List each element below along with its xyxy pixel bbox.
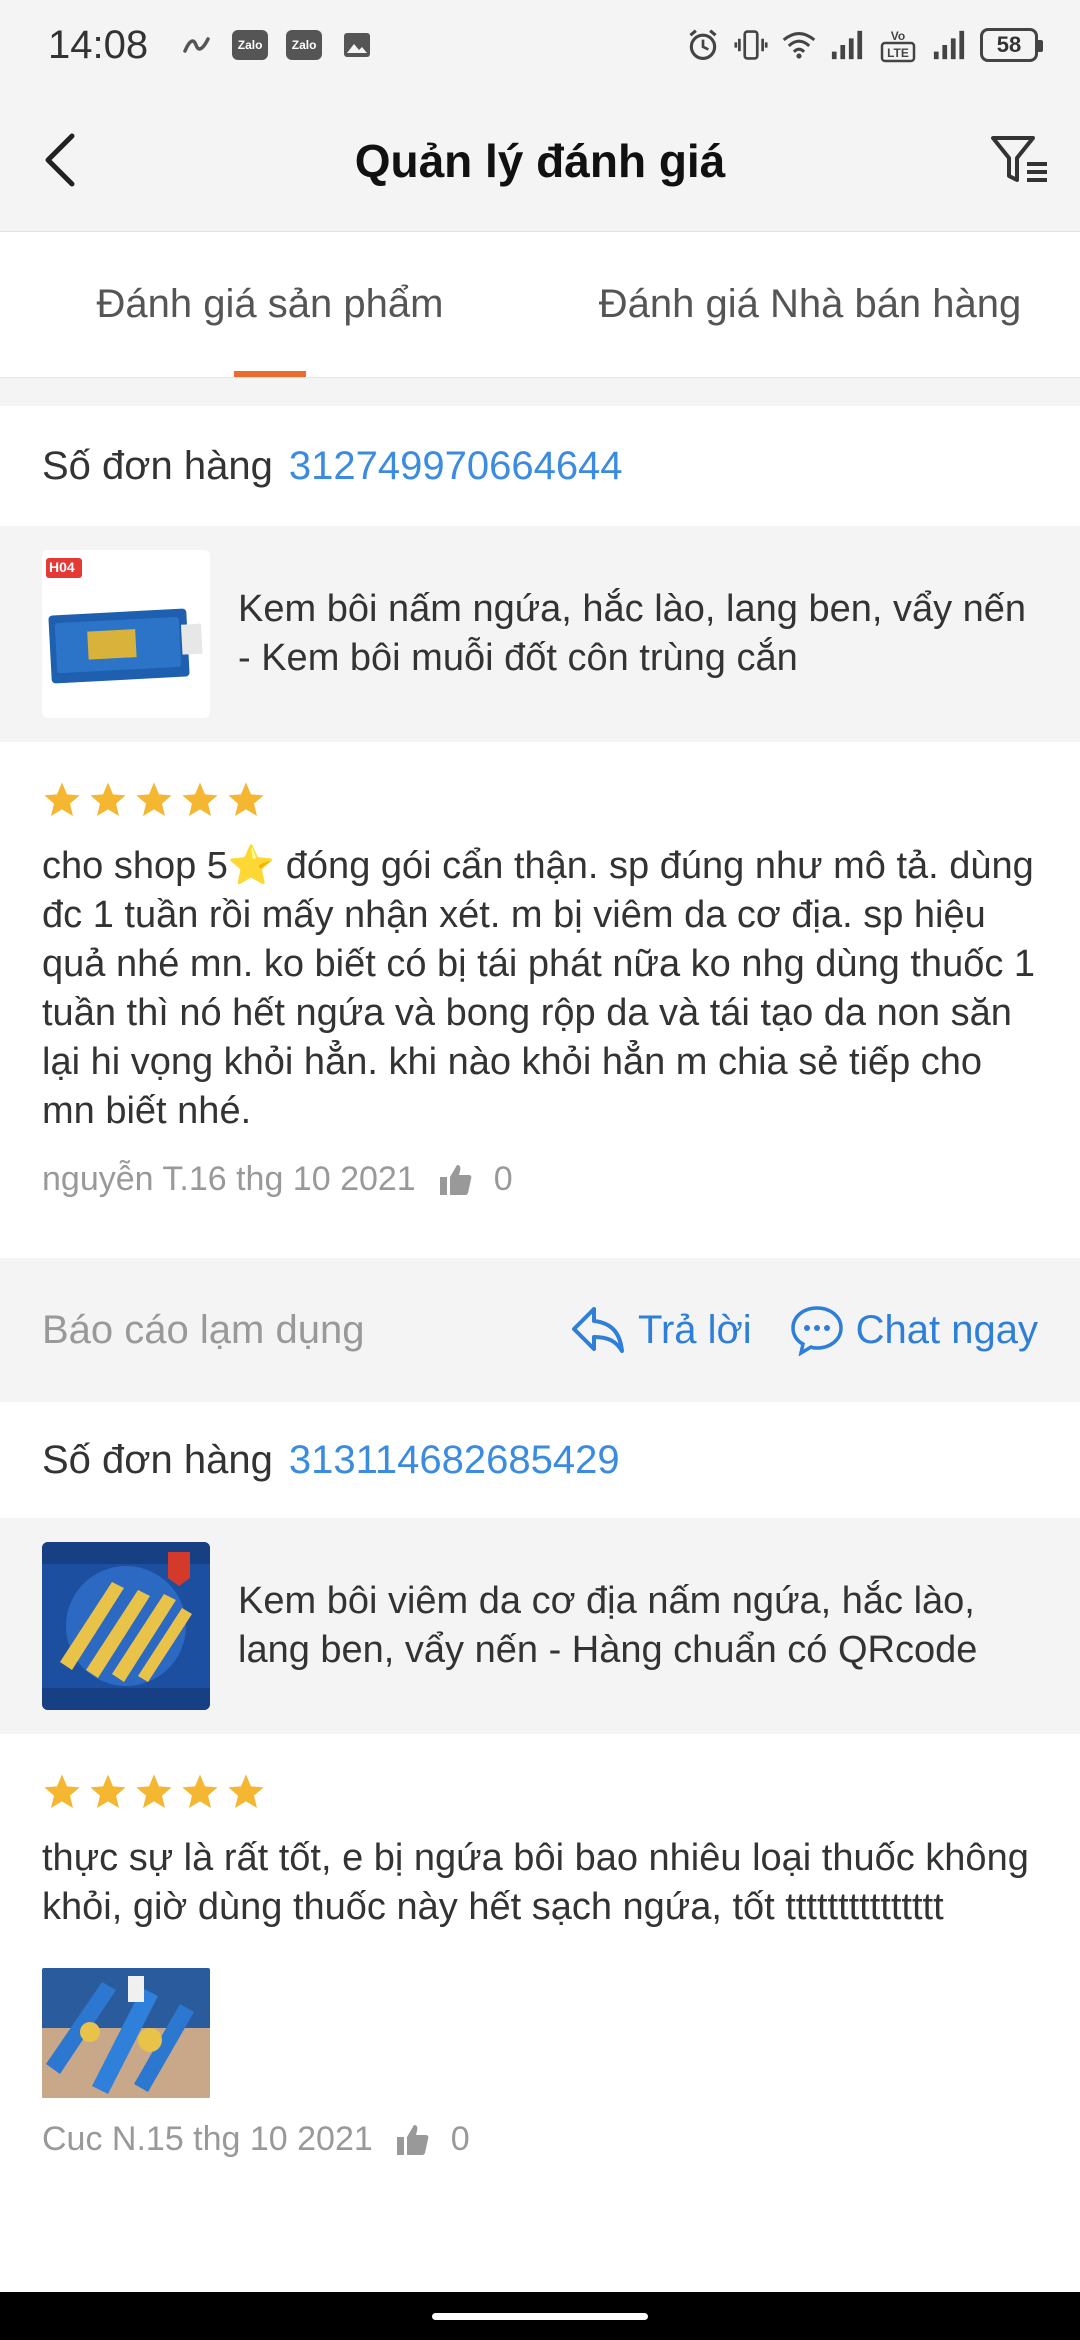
like-button[interactable]: 0: [438, 1160, 513, 1199]
signal-icon: [932, 28, 966, 62]
chat-bubble-icon: [790, 1306, 843, 1356]
review-card: Số đơn hàng 313114682685429 Kem bôi viêm…: [0, 1402, 1080, 2292]
battery-indicator: 58: [980, 28, 1043, 62]
chat-label: Chat ngay: [855, 1307, 1038, 1352]
tab-seller-reviews[interactable]: Đánh giá Nhà bán hàng: [540, 232, 1080, 377]
status-bar: 14:08 Zalo Zalo LTE Vo 58: [0, 0, 1080, 90]
order-number[interactable]: 313114682685429: [289, 1438, 620, 1483]
filter-icon: [991, 136, 1047, 182]
order-row: Số đơn hàng 313114682685429: [0, 1402, 1080, 1518]
star-icon: [44, 1774, 80, 1808]
zalo-icon: Zalo: [286, 30, 323, 60]
order-row: Số đơn hàng 312749970664644: [0, 406, 1080, 526]
star-icon: [136, 1774, 172, 1808]
home-gesture-handle[interactable]: [432, 2312, 648, 2320]
review-card: Số đơn hàng 312749970664644 H04 Kem bôi …: [0, 406, 1080, 1254]
like-count: 0: [450, 2120, 470, 2158]
author-date: nguyễn T.16 thg 10 2021: [42, 1160, 416, 1198]
signal-icon: [830, 28, 864, 62]
star-rating: [0, 780, 1080, 820]
author-date: Cuc N.15 thg 10 2021: [42, 2120, 373, 2158]
thumbs-up-icon: [439, 1164, 472, 1195]
wifi-icon: [782, 28, 816, 62]
order-number[interactable]: 312749970664644: [289, 444, 623, 489]
vibrate-icon: [734, 28, 768, 62]
tab-product-reviews[interactable]: Đánh giá sản phẩm: [0, 232, 540, 377]
chat-now-button[interactable]: Chat ngay: [790, 1304, 1038, 1356]
star-icon: [182, 1774, 218, 1808]
review-text: thực sự là rất tốt, e bị ngứa bôi bao nh…: [42, 1837, 1029, 1928]
system-nav-bar: [0, 2292, 1080, 2340]
star-icon: [136, 782, 172, 816]
product-badge: H04: [49, 559, 75, 575]
zalo-icon: Zalo: [232, 30, 269, 60]
reply-button[interactable]: Trả lời: [570, 1305, 752, 1355]
reply-label: Trả lời: [638, 1307, 752, 1352]
status-time: 14:08: [48, 22, 149, 67]
app-bar: Quản lý đánh giá: [0, 90, 1080, 232]
link-icon: [180, 28, 214, 62]
star-icon: [44, 782, 80, 816]
product-row[interactable]: Kem bôi viêm da cơ địa nấm ngứa, hắc lào…: [0, 1518, 1080, 1734]
product-thumbnail: H04: [42, 550, 210, 718]
product-name: Kem bôi nấm ngứa, hắc lào, lang ben, vẩy…: [238, 588, 1027, 679]
chevron-left-icon: [45, 133, 75, 187]
status-left-icons: Zalo Zalo: [180, 28, 374, 62]
review-meta: Cuc N.15 thg 10 2021 0: [0, 2120, 1080, 2159]
alarm-icon: [686, 28, 720, 62]
star-icon: [182, 782, 218, 816]
order-label: Số đơn hàng: [42, 443, 273, 488]
product-name: Kem bôi viêm da cơ địa nấm ngứa, hắc lào…: [238, 1580, 978, 1671]
like-count: 0: [493, 1160, 513, 1198]
order-label: Số đơn hàng: [42, 1437, 273, 1482]
star-icon: [228, 782, 264, 816]
star-rating: [0, 1772, 1080, 1812]
reply-icon: [572, 1307, 625, 1353]
filter-button[interactable]: [980, 120, 1060, 200]
review-meta: nguyễn T.16 thg 10 2021 0: [0, 1160, 1080, 1199]
product-row[interactable]: H04 Kem bôi nấm ngứa, hắc lào, lang ben,…: [0, 526, 1080, 742]
page-title: Quản lý đánh giá: [354, 134, 726, 187]
svg-text:LTE: LTE: [887, 46, 909, 60]
image-icon: [340, 28, 374, 62]
review-text: cho shop 5⭐ đóng gói cẩn thận. sp đúng n…: [42, 845, 1036, 1132]
status-right-icons: LTE Vo 58: [686, 28, 1043, 63]
volte-icon: LTE Vo: [878, 28, 918, 63]
svg-text:Vo: Vo: [891, 29, 905, 43]
star-icon: [90, 1774, 126, 1808]
review-photo[interactable]: [42, 1968, 210, 2098]
like-button[interactable]: 0: [395, 2120, 470, 2159]
star-icon: [228, 1774, 264, 1808]
thumbs-up-icon: [396, 2124, 429, 2155]
action-bar: Báo cáo lạm dụng Trả lời Chat ngay: [0, 1258, 1080, 1402]
report-abuse-link[interactable]: Báo cáo lạm dụng: [42, 1308, 364, 1353]
divider: [0, 378, 1080, 406]
back-button[interactable]: [20, 120, 100, 200]
tab-bar: Đánh giá sản phẩm Đánh giá Nhà bán hàng: [0, 232, 1080, 378]
product-thumbnail: [42, 1542, 210, 1710]
star-icon: [90, 782, 126, 816]
